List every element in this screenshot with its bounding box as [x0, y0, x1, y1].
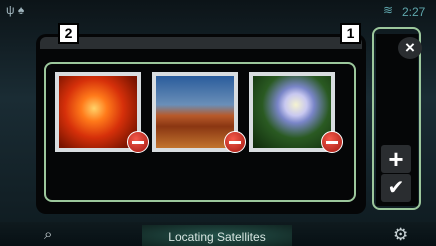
confirm-button[interactable]: ✔ — [381, 174, 411, 202]
callout-label-1: 1 — [340, 23, 361, 44]
screen: ψ ♠ ≋ 2:27 × + ✔ 1 2 Locating Satellites… — [0, 0, 436, 246]
settings-gear-icon[interactable]: ⚙ — [393, 225, 408, 245]
remove-minus-icon[interactable] — [321, 131, 343, 153]
thumbnail-image — [253, 76, 331, 148]
wifi-icon: ≋ — [383, 3, 394, 17]
thumbnail-image — [59, 76, 137, 148]
remove-minus-icon[interactable] — [127, 131, 149, 153]
status-bar: ψ ♠ ≋ 2:27 — [0, 0, 436, 22]
source-search-icon[interactable]: ⌕ — [44, 226, 52, 243]
add-button[interactable]: + — [381, 145, 411, 173]
locating-satellites-text: Locating Satellites — [168, 230, 266, 244]
thumbnail-image — [156, 76, 234, 148]
status-left-icons: ψ ♠ — [6, 3, 25, 17]
gallery-panel-header — [40, 37, 362, 49]
close-button[interactable]: × — [398, 37, 422, 59]
callout-label-2: 2 — [58, 23, 79, 44]
remove-minus-icon[interactable] — [224, 131, 246, 153]
clock-time: 2:27 — [402, 5, 426, 19]
